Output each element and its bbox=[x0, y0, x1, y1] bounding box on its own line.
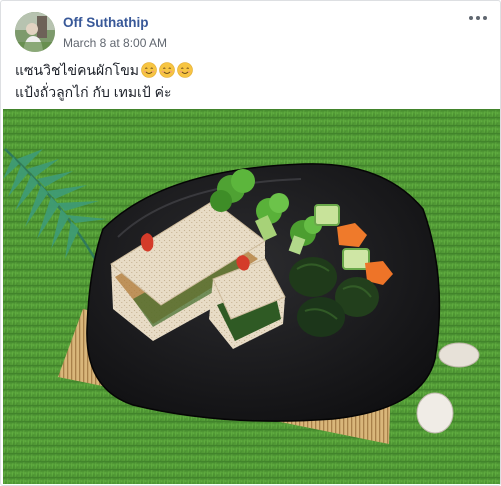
caption-line-1: แซนวิชไข่คนผักโขม bbox=[15, 61, 485, 83]
post-caption: แซนวิชไข่คนผักโขม แป้งถั่วลูกไก่ กับ เทม… bbox=[15, 61, 485, 102]
pebble bbox=[438, 342, 480, 368]
smiling-face-emoji-icon bbox=[141, 62, 157, 78]
cucumber-cube bbox=[314, 204, 340, 226]
post-timestamp-link[interactable]: March 8 at 8:00 AM bbox=[63, 36, 167, 50]
more-options-icon[interactable] bbox=[466, 12, 490, 30]
pebble bbox=[416, 392, 454, 434]
post-header: Off Suthathip March 8 at 8:00 AM bbox=[13, 12, 490, 54]
smiling-face-emoji-icon bbox=[177, 62, 193, 78]
author-name-link[interactable]: Off Suthathip bbox=[63, 15, 148, 30]
smiling-face-emoji-icon bbox=[159, 62, 175, 78]
caption-line-2: แป้งถั่วลูกไก่ กับ เทมเป้ ค่ะ bbox=[15, 84, 172, 100]
avatar[interactable] bbox=[15, 12, 55, 52]
sandwich-plate-photo bbox=[3, 109, 500, 484]
post-photo[interactable] bbox=[3, 109, 500, 484]
cucumber-cube bbox=[342, 248, 370, 270]
post-card: Off Suthathip March 8 at 8:00 AM แซนวิชไ… bbox=[0, 0, 501, 486]
emoji-group bbox=[141, 62, 195, 83]
